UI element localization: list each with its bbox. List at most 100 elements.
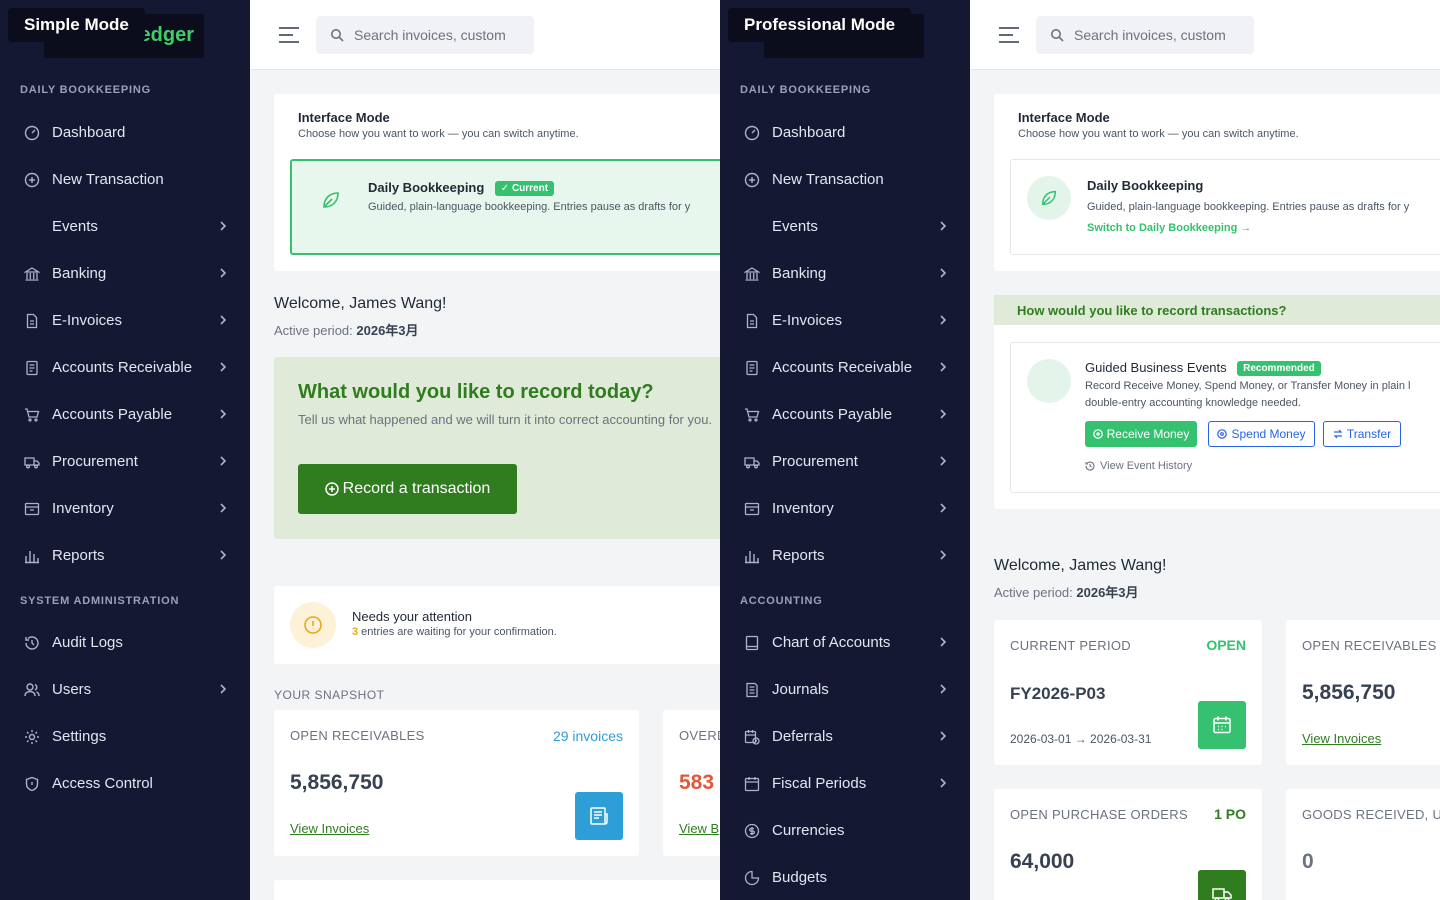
receive-money-button[interactable]: Receive Money [1085, 421, 1197, 447]
sidebar-item-label: Procurement [772, 453, 858, 470]
sidebar-item-events[interactable]: Events [720, 207, 970, 247]
search-input[interactable] [354, 25, 506, 45]
stat-title: GOODS RECEIVED, UN [1302, 807, 1440, 822]
sidebar-item-accounts-payable[interactable]: Accounts Payable [0, 395, 250, 435]
sidebar-item-label: Access Control [52, 775, 153, 792]
gear-icon [25, 730, 39, 744]
chevron-right-icon [220, 362, 227, 372]
mode-label-professional: Professional Mode [728, 8, 912, 42]
sidebar-item-label: Banking [772, 265, 827, 282]
stat-value: 5,856,750 [290, 771, 384, 794]
sidebar-item-events[interactable]: Events [0, 207, 250, 247]
view-bills-link[interactable]: View B [679, 821, 719, 836]
stat-value: 0 [1302, 850, 1314, 873]
chevron-right-icon [940, 315, 947, 325]
guided-title: Guided Business Events [1085, 360, 1227, 375]
current-badge: ✓ Current [494, 181, 555, 196]
sidebar-item-accounts-receivable[interactable]: Accounts Receivable [0, 348, 250, 388]
guided-events-card: Guided Business Events Recommended Recor… [1010, 342, 1440, 493]
sidebar-item-users[interactable]: Users [0, 670, 250, 710]
sidebar-item-accounts-payable[interactable]: Accounts Payable [720, 395, 970, 435]
search-input[interactable] [1074, 25, 1226, 45]
sidebar-item-access-control[interactable]: Access Control [0, 764, 250, 804]
transfer-button[interactable]: Transfer [1323, 421, 1401, 447]
sidebar-item-banking[interactable]: Banking [720, 254, 970, 294]
sidebar-item-label: Journals [772, 681, 829, 698]
stat-card-open-receivables: OPEN RECEIVABLES 29 invoices 5,856,750 V… [274, 710, 639, 856]
view-event-history-link[interactable]: View Event History [1085, 460, 1192, 472]
view-invoices-link[interactable]: View Invoices [1302, 731, 1381, 746]
sidebar-item-deferrals[interactable]: Deferrals [720, 717, 970, 757]
sidebar-item-inventory[interactable]: Inventory [0, 489, 250, 529]
calendar-icon [744, 777, 760, 792]
sidebar-item-label: Audit Logs [52, 634, 123, 651]
chevron-right-icon [220, 268, 227, 278]
record-panel-desc: Tell us what happened and we will turn i… [298, 412, 713, 427]
menu-icon[interactable] [998, 26, 1020, 44]
guided-icon-wrap [1027, 359, 1071, 403]
switch-mode-link[interactable]: Switch to Daily Bookkeeping → [1087, 222, 1251, 234]
chevron-right-icon [220, 409, 227, 419]
sidebar-item-procurement[interactable]: Procurement [0, 442, 250, 482]
chevron-right-icon [940, 503, 947, 513]
sidebar-item-audit-logs[interactable]: Audit Logs [0, 623, 250, 663]
sidebar-item-accounts-receivable[interactable]: Accounts Receivable [720, 348, 970, 388]
sidebar-item-label: Settings [52, 728, 107, 745]
sidebar-item-journals[interactable]: Journals [720, 670, 970, 710]
plus-circle-icon [744, 172, 760, 188]
document-icon [746, 313, 758, 329]
sidebar-item-budgets[interactable]: Budgets [720, 858, 970, 898]
sidebar-item-label: Accounts Receivable [52, 359, 193, 376]
sidebar-item-reports[interactable]: Reports [0, 536, 250, 576]
spend-money-button[interactable]: Spend Money [1208, 421, 1315, 447]
plus-circle-icon [324, 482, 339, 496]
dashboard-icon [744, 125, 760, 141]
bank-icon [24, 267, 40, 281]
minus-circle-icon [1217, 429, 1228, 439]
guided-events-section: How would you like to record transaction… [994, 295, 1440, 509]
attention-card[interactable]: Needs your attention 3 entries are waiti… [274, 586, 720, 664]
menu-icon[interactable] [278, 26, 300, 44]
sidebar-item-label: Users [52, 681, 92, 698]
sidebar-item-dashboard[interactable]: Dashboard [0, 113, 250, 153]
sidebar-item-reports[interactable]: Reports [720, 536, 970, 576]
sidebar-item-e-invoices[interactable]: E-Invoices [720, 301, 970, 341]
welcome-heading: Welcome, James Wang! [994, 557, 1167, 574]
active-period: Active period: 2026年3月 [994, 582, 1139, 601]
sidebar-item-inventory[interactable]: Inventory [720, 489, 970, 529]
sidebar-item-procurement[interactable]: Procurement [720, 442, 970, 482]
sidebar-item-label: Budgets [772, 869, 828, 886]
sidebar-item-label: New Transaction [772, 171, 884, 188]
record-panel-title: What would you like to record today? [298, 381, 654, 403]
stat-title: CURRENT PERIOD [1010, 638, 1131, 653]
view-invoices-link[interactable]: View Invoices [290, 821, 369, 836]
sidebar-item-settings[interactable]: Settings [0, 717, 250, 757]
sidebar-item-currencies[interactable]: Currencies [720, 811, 970, 851]
sidebar-item-new-transaction[interactable]: New Transaction [0, 160, 250, 200]
sidebar-item-fiscal-periods[interactable]: Fiscal Periods [720, 764, 970, 804]
sidebar: edger DAILY BOOKKEEPING Dashboard New Tr… [0, 0, 250, 900]
record-transaction-label: Record a transaction [342, 480, 491, 497]
record-transaction-button[interactable]: Record a transaction [298, 464, 517, 514]
sidebar-item-chart-of-accounts[interactable]: Chart of Accounts [720, 623, 970, 663]
search-box[interactable] [316, 16, 534, 54]
receipt-icon [26, 360, 38, 376]
sidebar-item-label: Procurement [52, 453, 138, 470]
topbar [970, 0, 1440, 70]
mode-option-daily[interactable]: Daily Bookkeeping Guided, plain-language… [1010, 159, 1440, 255]
stat-card-overdue: OVERD 583 View B [663, 710, 720, 856]
attention-message: entries are waiting for your confirmatio… [358, 626, 557, 638]
active-period-value: 2026年3月 [1076, 585, 1139, 600]
next-card [274, 880, 720, 900]
chevron-right-icon [940, 409, 947, 419]
search-box[interactable] [1036, 16, 1254, 54]
view-event-history-label: View Event History [1100, 460, 1193, 472]
sidebar-item-banking[interactable]: Banking [0, 254, 250, 294]
sidebar-item-label: Currencies [772, 822, 845, 839]
attention-text: 3 entries are waiting for your confirmat… [352, 626, 557, 638]
sidebar-item-dashboard[interactable]: Dashboard [720, 113, 970, 153]
mode-option-daily[interactable]: Daily Bookkeeping ✓ Current Guided, plai… [290, 159, 720, 255]
sidebar-item-e-invoices[interactable]: E-Invoices [0, 301, 250, 341]
sidebar-item-label: E-Invoices [52, 312, 123, 329]
sidebar-item-new-transaction[interactable]: New Transaction [720, 160, 970, 200]
